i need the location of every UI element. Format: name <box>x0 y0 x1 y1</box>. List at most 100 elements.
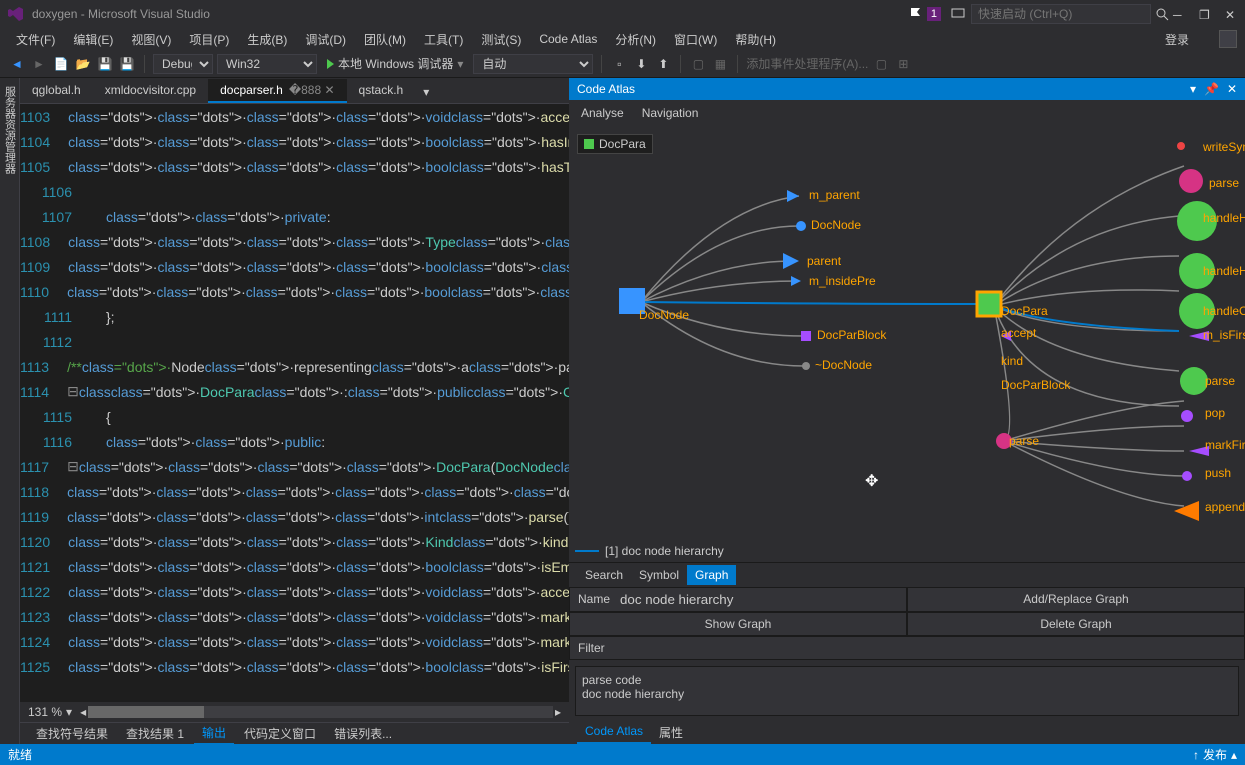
search-icon[interactable] <box>1155 7 1169 21</box>
btab-findsymbol[interactable]: 查找符号结果 <box>28 723 116 744</box>
node-parse3[interactable]: parse <box>1205 374 1235 388</box>
new-icon[interactable]: 📄 <box>52 55 70 73</box>
atlas-menu-navigation[interactable]: Navigation <box>642 106 699 120</box>
zoom-level[interactable]: 131 % <box>28 705 62 719</box>
btab-errorlist[interactable]: 错误列表... <box>326 723 400 744</box>
node-parse2[interactable]: parse <box>1209 176 1239 190</box>
tb-icon-1[interactable]: ▫ <box>610 55 628 73</box>
minimize-button[interactable]: ─ <box>1173 8 1185 20</box>
atlas-menu-analyse[interactable]: Analyse <box>581 106 624 120</box>
node-docnode[interactable]: DocNode <box>639 308 689 322</box>
feedback-icon[interactable] <box>951 7 965 21</box>
hscrollbar[interactable] <box>88 706 553 718</box>
btab-findresults[interactable]: 查找结果 1 <box>118 723 192 744</box>
node-parent[interactable]: parent <box>807 254 841 268</box>
menu-team[interactable]: 团队(M) <box>356 29 414 50</box>
footer-tab-codeatlas[interactable]: Code Atlas <box>577 722 651 744</box>
save-icon[interactable]: 💾 <box>96 55 114 73</box>
tb-icon-3[interactable]: ⬆ <box>654 55 672 73</box>
process-select[interactable]: 自动 <box>473 54 593 74</box>
node-pop[interactable]: pop <box>1205 406 1225 420</box>
node-push[interactable]: push <box>1205 466 1231 480</box>
menu-codeatlas[interactable]: Code Atlas <box>531 30 605 48</box>
menu-help[interactable]: 帮助(H) <box>727 29 784 50</box>
atlas-filter-list[interactable]: parse code doc node hierarchy <box>575 666 1239 716</box>
menu-test[interactable]: 测试(S) <box>473 29 529 50</box>
filter-item[interactable]: doc node hierarchy <box>582 687 1232 701</box>
node-writesyno[interactable]: writeSyno <box>1203 140 1245 154</box>
code-editor[interactable]: 1103class="dots">·class="dots">·class="d… <box>20 104 569 702</box>
node-append[interactable]: append <box>1205 500 1245 514</box>
node-kind[interactable]: kind <box>1001 354 1023 368</box>
nav-back-icon[interactable]: ◄ <box>8 55 26 73</box>
tab-docparser[interactable]: docparser.h�888 ✕ <box>208 79 346 103</box>
node-docparblock2[interactable]: DocParBlock <box>1001 378 1070 392</box>
atlas-pin-icon[interactable]: 📌 <box>1204 82 1219 96</box>
avatar-icon[interactable] <box>1219 30 1237 48</box>
close-icon[interactable]: �888 ✕ <box>289 83 335 97</box>
menu-tools[interactable]: 工具(T) <box>416 29 471 50</box>
menu-debug[interactable]: 调试(D) <box>297 29 354 50</box>
tab-overflow-icon[interactable]: ▾ <box>415 81 437 103</box>
atlas-close-icon[interactable]: ✕ <box>1227 82 1237 96</box>
config-select[interactable]: Debug <box>153 54 213 74</box>
atlas-tab-symbol[interactable]: Symbol <box>631 565 687 585</box>
menu-window[interactable]: 窗口(W) <box>666 29 725 50</box>
tab-qglobal[interactable]: qglobal.h <box>20 79 93 103</box>
atlas-dropdown-icon[interactable]: ▾ <box>1190 82 1196 96</box>
node-handlecommand[interactable]: handleCol <box>1203 304 1245 318</box>
atlas-name-input[interactable] <box>620 592 898 607</box>
show-graph-button[interactable]: Show Graph <box>569 612 907 636</box>
node-markfirst[interactable]: markFirst <box>1205 438 1245 452</box>
menu-project[interactable]: 项目(P) <box>181 29 237 50</box>
maximize-button[interactable]: ❐ <box>1199 8 1211 20</box>
node-accept[interactable]: accept <box>1001 326 1036 340</box>
node-misfirst[interactable]: m_isFirst <box>1203 328 1245 342</box>
node-handlehtml2[interactable]: handleHtml <box>1203 264 1245 278</box>
run-button[interactable]: 本地 Windows 调试器 ▾ <box>321 53 469 74</box>
tab-qstack[interactable]: qstack.h <box>347 79 416 103</box>
node-minsidepre[interactable]: m_insidePre <box>809 274 876 288</box>
hscroll-right-icon[interactable]: ▸ <box>555 705 561 719</box>
menu-view[interactable]: 视图(V) <box>123 29 179 50</box>
node-docparblock[interactable]: DocParBlock <box>817 328 886 342</box>
menu-analyze[interactable]: 分析(N) <box>607 29 664 50</box>
delete-graph-button[interactable]: Delete Graph <box>907 612 1245 636</box>
close-button[interactable]: ✕ <box>1225 8 1237 20</box>
login-link[interactable]: 登录 <box>1157 29 1197 50</box>
hscroll-left-icon[interactable]: ◂ <box>80 705 86 719</box>
graph-canvas[interactable]: DocPara <box>569 126 1245 562</box>
menu-file[interactable]: 文件(F) <box>8 29 63 50</box>
open-icon[interactable]: 📂 <box>74 55 92 73</box>
platform-select[interactable]: Win32 <box>217 54 317 74</box>
btab-codedef[interactable]: 代码定义窗口 <box>236 723 324 744</box>
publish-arrow-icon[interactable]: ↑ <box>1193 748 1199 762</box>
quick-launch-input[interactable] <box>971 4 1151 24</box>
footer-tab-properties[interactable]: 属性 <box>651 722 691 744</box>
saveall-icon[interactable]: 💾 <box>118 55 136 73</box>
menu-edit[interactable]: 编辑(E) <box>65 29 121 50</box>
server-explorer-tab[interactable]: 服务器资源管理器 <box>0 78 20 744</box>
filter-item[interactable]: parse code <box>582 673 1232 687</box>
nav-fwd-icon[interactable]: ► <box>30 55 48 73</box>
node-mparent[interactable]: m_parent <box>809 188 860 202</box>
node-handlehtmltag[interactable]: handleHtmlTag <box>1203 211 1245 225</box>
tb-icon-2[interactable]: ⬇ <box>632 55 650 73</box>
notification-badge[interactable]: 1 <box>927 7 941 21</box>
node-parse[interactable]: parse <box>1009 434 1039 448</box>
zoom-dropdown-icon[interactable]: ▾ <box>66 705 72 719</box>
add-replace-graph-button[interactable]: Add/Replace Graph <box>907 587 1245 612</box>
atlas-tab-graph[interactable]: Graph <box>687 565 736 585</box>
node-docpara[interactable]: DocPara <box>1001 304 1048 318</box>
tab-xmldocvisitor[interactable]: xmldocvisitor.cpp <box>93 79 208 103</box>
titlebar: doxygen - Microsoft Visual Studio 1 ─ ❐ … <box>0 0 1245 28</box>
flag-icon[interactable] <box>909 7 923 21</box>
menu-build[interactable]: 生成(B) <box>239 29 295 50</box>
btab-output[interactable]: 输出 <box>194 722 234 745</box>
publish-dropdown-icon[interactable]: ▴ <box>1231 748 1237 762</box>
atlas-title: Code Atlas <box>577 82 635 96</box>
node-tildedocnode[interactable]: ~DocNode <box>815 358 872 372</box>
atlas-tab-search[interactable]: Search <box>577 565 631 585</box>
publish-button[interactable]: 发布 <box>1203 746 1227 763</box>
node-docnode2[interactable]: DocNode <box>811 218 861 232</box>
